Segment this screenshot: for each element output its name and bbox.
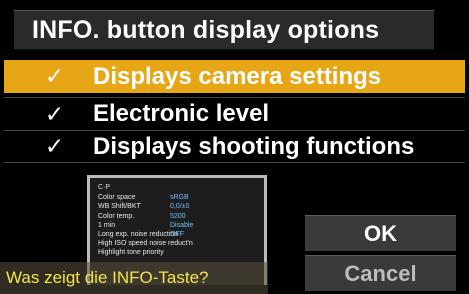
- preview-value: 5200: [170, 212, 186, 220]
- preview-key: Highlight tone priority: [98, 249, 164, 257]
- ok-button[interactable]: OK: [305, 215, 456, 251]
- option-camera-settings[interactable]: ✓ Displays camera settings: [4, 60, 465, 93]
- camera-menu-screen: INFO. button display options ✓ Displays …: [0, 0, 469, 294]
- checkmark-icon: ✓: [44, 133, 65, 159]
- preview-key: Color space: [98, 194, 136, 202]
- option-electronic-level[interactable]: ✓ Electronic level: [4, 97, 465, 130]
- preview-value: sRGB: [170, 194, 189, 202]
- checkmark-icon: ✓: [44, 100, 65, 127]
- preview-row: 1 min Disable: [98, 221, 256, 230]
- cancel-button[interactable]: Cancel: [305, 255, 456, 291]
- menu-title: INFO. button display options: [14, 10, 434, 50]
- preview-value: 0,0/±0: [170, 203, 190, 211]
- preview-row: Long exp. noise reduction OFF: [98, 230, 256, 239]
- option-label: Displays camera settings: [93, 62, 382, 90]
- preview-row: WB Shift/BKT 0,0/±0: [98, 202, 256, 211]
- preview-key: Long exp. noise reduction: [98, 231, 179, 239]
- preview-header: C·P: [98, 184, 111, 191]
- preview-key: High ISO speed noise reduct'n: [98, 240, 193, 248]
- preview-row: Highlight tone priority: [98, 248, 256, 257]
- option-shooting-functions[interactable]: ✓ Displays shooting functions: [4, 130, 465, 163]
- preview-key: 1 min: [98, 221, 116, 229]
- preview-key: WB Shift/BKT: [98, 203, 141, 211]
- preview-key: Color temp.: [98, 212, 135, 220]
- checkmark-icon: ✓: [44, 63, 65, 89]
- preview-value: Disable: [170, 221, 194, 229]
- option-label: Electronic level: [93, 100, 270, 127]
- caption-overlay: Was zeigt die INFO-Taste?: [0, 262, 268, 294]
- option-label: Displays shooting functions: [93, 132, 415, 160]
- preview-value: OFF: [170, 231, 184, 239]
- preview-row: Color temp. 5200: [98, 212, 256, 221]
- preview-row: Color space sRGB: [98, 193, 256, 202]
- preview-row: High ISO speed noise reduct'n: [98, 239, 256, 248]
